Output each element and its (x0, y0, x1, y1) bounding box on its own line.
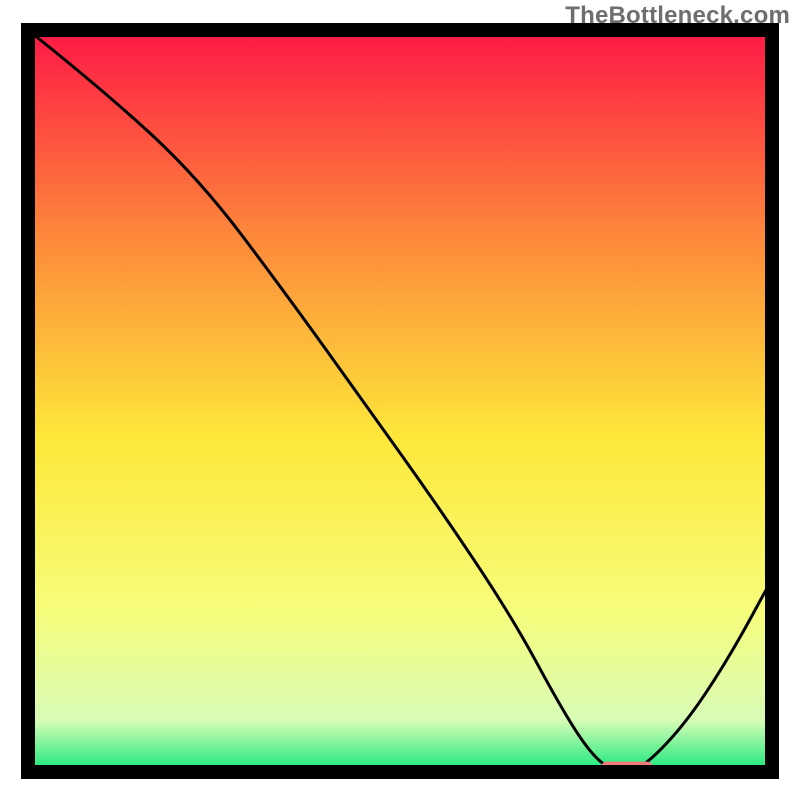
watermark-label: TheBottleneck.com (565, 2, 790, 30)
chart-frame: TheBottleneck.com (0, 0, 800, 800)
bottleneck-chart (0, 0, 800, 800)
plot-gradient-background (28, 30, 772, 772)
